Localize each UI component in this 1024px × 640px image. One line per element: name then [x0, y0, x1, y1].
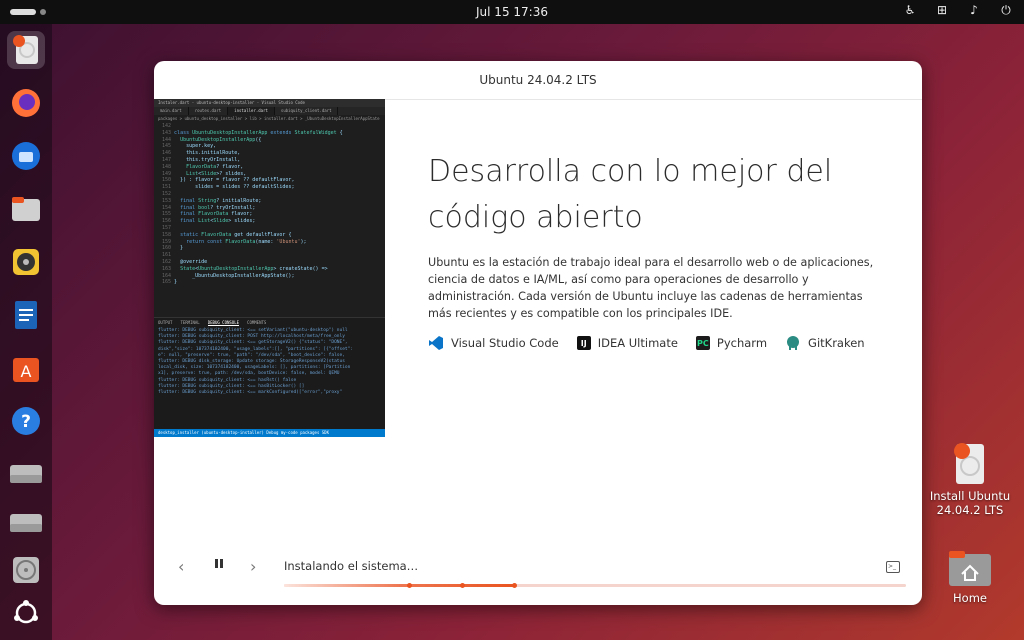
writer-icon	[15, 301, 37, 329]
vscode-icon	[429, 336, 443, 350]
installer-footer: ‹ › Instalando el sistema… >_	[154, 551, 922, 591]
disc-icon	[13, 557, 39, 583]
svg-text:A: A	[21, 362, 32, 381]
speaker-icon	[13, 249, 39, 275]
dock-drive-2[interactable]	[7, 504, 45, 542]
vscode-statusbar: desktop_installer (ubuntu-desktop-instal…	[154, 429, 385, 437]
show-apps-button[interactable]	[7, 594, 45, 632]
dock-help[interactable]: ?	[7, 402, 45, 440]
slide-description: Ubuntu es la estación de trabajo ideal p…	[428, 256, 874, 320]
installer-window: Ubuntu 24.04.2 LTS Instaler.dart - ubunt…	[154, 61, 922, 605]
slide-heading: Desarrolla con lo mejor del código abier…	[428, 154, 833, 235]
previous-slide-button[interactable]: ‹	[178, 557, 184, 576]
thunderbird-icon	[12, 142, 40, 170]
volume-icon[interactable]: ♪	[966, 3, 982, 18]
dock-firefox[interactable]	[7, 84, 45, 122]
ide-gitkraken: GitKraken	[785, 335, 865, 351]
app-center-icon: A	[13, 358, 39, 382]
vscode-screenshot: Instaler.dart - ubuntu-desktop-installer…	[154, 99, 385, 437]
firefox-icon	[12, 89, 40, 117]
vscode-breadcrumb: packages > ubuntu_desktop_installer > li…	[158, 116, 380, 121]
install-status: Instalando el sistema…	[284, 559, 419, 573]
install-progress-bar	[284, 584, 906, 587]
dock-files[interactable]	[7, 190, 45, 228]
ide-pycharm: PC Pycharm	[695, 336, 768, 350]
dock-drive-1[interactable]	[7, 455, 45, 493]
install-progress-fill	[284, 584, 515, 587]
system-tray[interactable]: ♿ ⊞ ♪ ⏻	[902, 3, 1014, 18]
installer-icon	[13, 35, 38, 64]
installer-icon	[954, 443, 984, 484]
ide-idea: IJ IDEA Ultimate	[576, 336, 678, 350]
vscode-tab: routes.dart	[189, 107, 229, 115]
desktop-home-folder[interactable]: Home	[934, 550, 1006, 605]
ide-vscode: Visual Studio Code	[428, 335, 559, 351]
dock-rhythmbox[interactable]	[7, 243, 45, 281]
pause-icon	[215, 559, 218, 568]
next-slide-button[interactable]: ›	[250, 557, 256, 576]
vscode-tabs: main.dart routes.dart installer.dart sub…	[154, 107, 385, 115]
dock-writer[interactable]	[7, 296, 45, 334]
top-bar: Jul 15 17:36 ♿ ⊞ ♪ ⏻	[0, 0, 1024, 24]
help-icon: ?	[12, 407, 40, 435]
progress-marker	[512, 583, 517, 588]
power-icon[interactable]: ⏻	[998, 3, 1014, 18]
dock-app-center[interactable]: A	[7, 349, 45, 387]
window-title: Ubuntu 24.04.2 LTS	[154, 61, 922, 100]
pause-button[interactable]	[215, 559, 225, 569]
dock: A ?	[0, 24, 52, 640]
vscode-panel: OUTPUT TERMINAL DEBUG CONSOLE COMMENTS f…	[154, 317, 385, 430]
progress-marker	[407, 583, 412, 588]
desktop-install-ubuntu[interactable]: Install Ubuntu 24.04.2 LTS	[928, 442, 1012, 517]
dock-ubuntu-installer[interactable]	[7, 31, 45, 69]
pycharm-icon: PC	[695, 336, 710, 350]
progress-marker	[460, 583, 465, 588]
ide-list: Visual Studio Code IJ IDEA Ultimate PC P…	[428, 335, 865, 351]
vscode-tab: main.dart	[154, 107, 189, 115]
desktop-home-label: Home	[953, 591, 987, 605]
vscode-panel-tabs: OUTPUT TERMINAL DEBUG CONSOLE COMMENTS	[158, 320, 267, 326]
code-lines: 142 143 class UbuntuDesktopInstallerApp …	[162, 123, 343, 286]
network-icon[interactable]: ⊞	[934, 3, 950, 18]
terminal-log-button[interactable]: >_	[886, 561, 900, 573]
vscode-tab: subiquity_client.dart	[275, 107, 339, 115]
drive-icon	[10, 514, 42, 532]
drive-icon	[10, 465, 42, 483]
vscode-tab: installer.dart	[228, 107, 275, 115]
desktop-install-label: Install Ubuntu 24.04.2 LTS	[929, 489, 1011, 517]
dock-thunderbird[interactable]	[7, 137, 45, 175]
ubuntu-logo-icon	[14, 600, 38, 624]
dock-optical-drive[interactable]	[7, 551, 45, 589]
gitkraken-icon	[787, 336, 800, 350]
vscode-title: Instaler.dart - ubuntu-desktop-installer…	[154, 99, 385, 107]
home-folder-icon	[949, 551, 991, 586]
intellij-idea-icon: IJ	[576, 336, 591, 350]
accessibility-icon[interactable]: ♿	[902, 3, 918, 18]
folder-icon	[12, 197, 40, 221]
debug-output: flutter: DEBUG subiquity_client: <== set…	[158, 328, 354, 396]
clock[interactable]: Jul 15 17:36	[0, 5, 1024, 19]
svg-text:?: ?	[21, 412, 31, 432]
